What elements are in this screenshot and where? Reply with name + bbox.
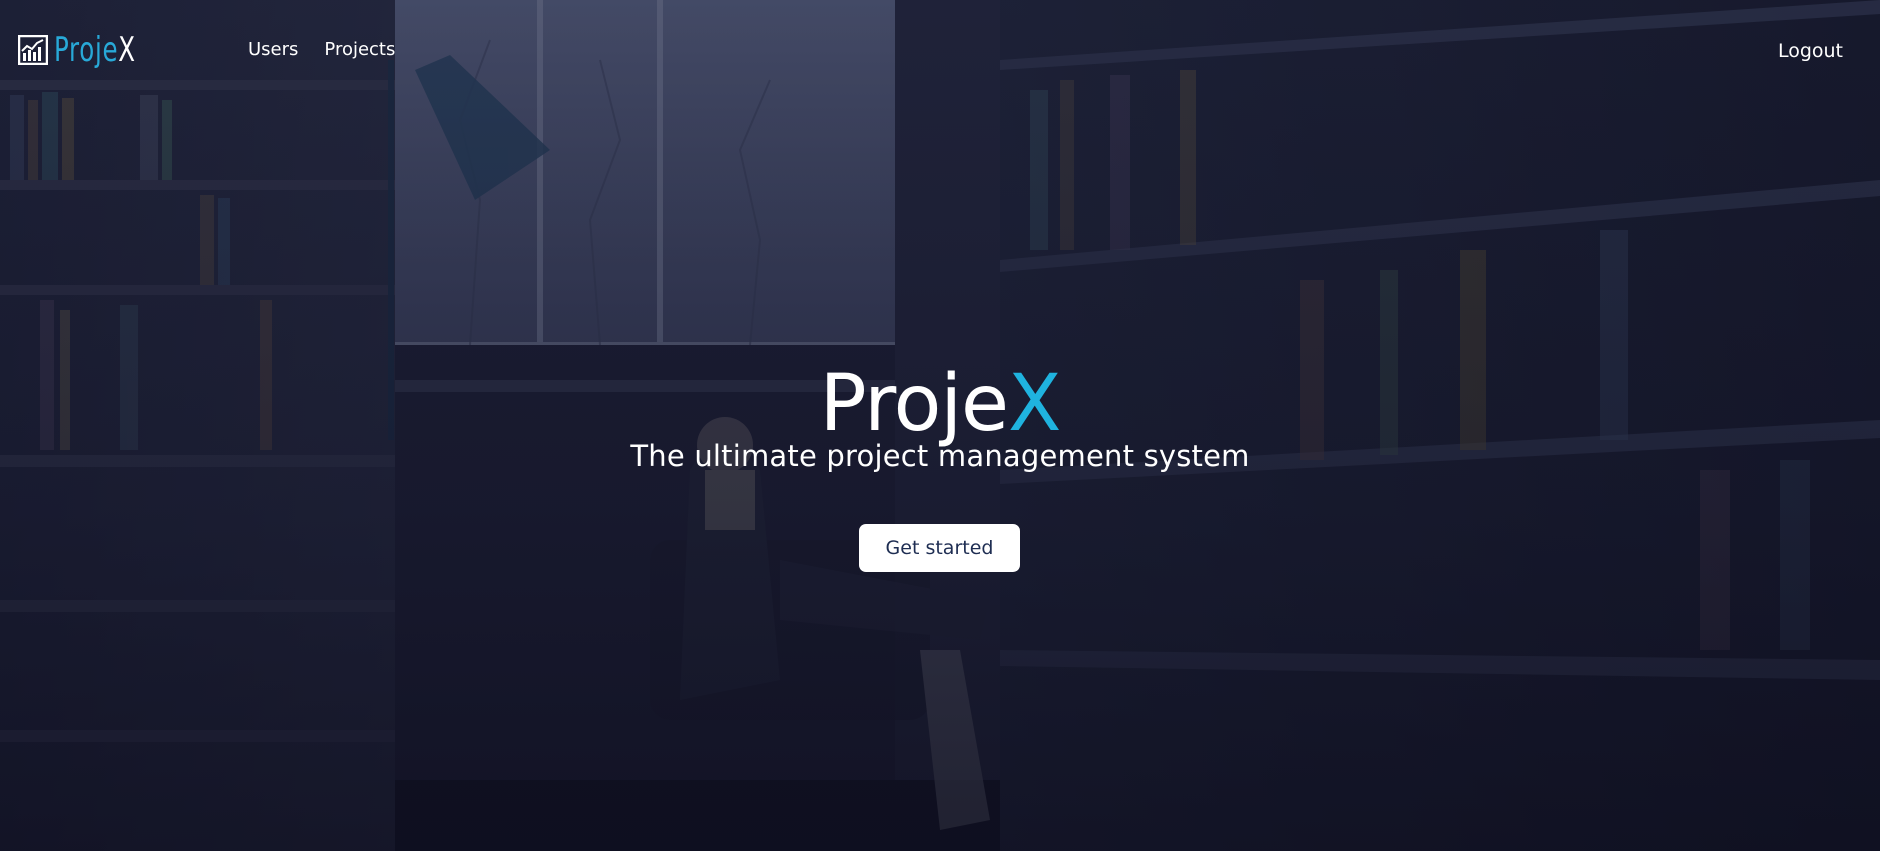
get-started-button[interactable]: Get started (859, 524, 1020, 572)
logout-link[interactable]: Logout (1778, 39, 1843, 63)
brand-name-part2: X (118, 30, 136, 70)
bar-chart-icon (18, 35, 48, 65)
hero-title-part2: X (1007, 359, 1061, 450)
brand-logo[interactable]: Proje X (18, 28, 168, 72)
nav-link-projects[interactable]: Projects (324, 38, 395, 62)
navbar: Proje X Users Projects Logout (0, 0, 1880, 100)
hero-section: Proje X Users Projects Logout ProjeX The … (0, 0, 1880, 851)
brand-name: Proje X (54, 33, 136, 67)
hero-subtitle: The ultimate project management system (630, 439, 1250, 473)
nav-link-users[interactable]: Users (248, 38, 298, 62)
brand-name-part1: Proje (54, 30, 119, 70)
nav-links: Users Projects (248, 38, 395, 62)
hero-title-part1: Proje (819, 359, 1009, 450)
